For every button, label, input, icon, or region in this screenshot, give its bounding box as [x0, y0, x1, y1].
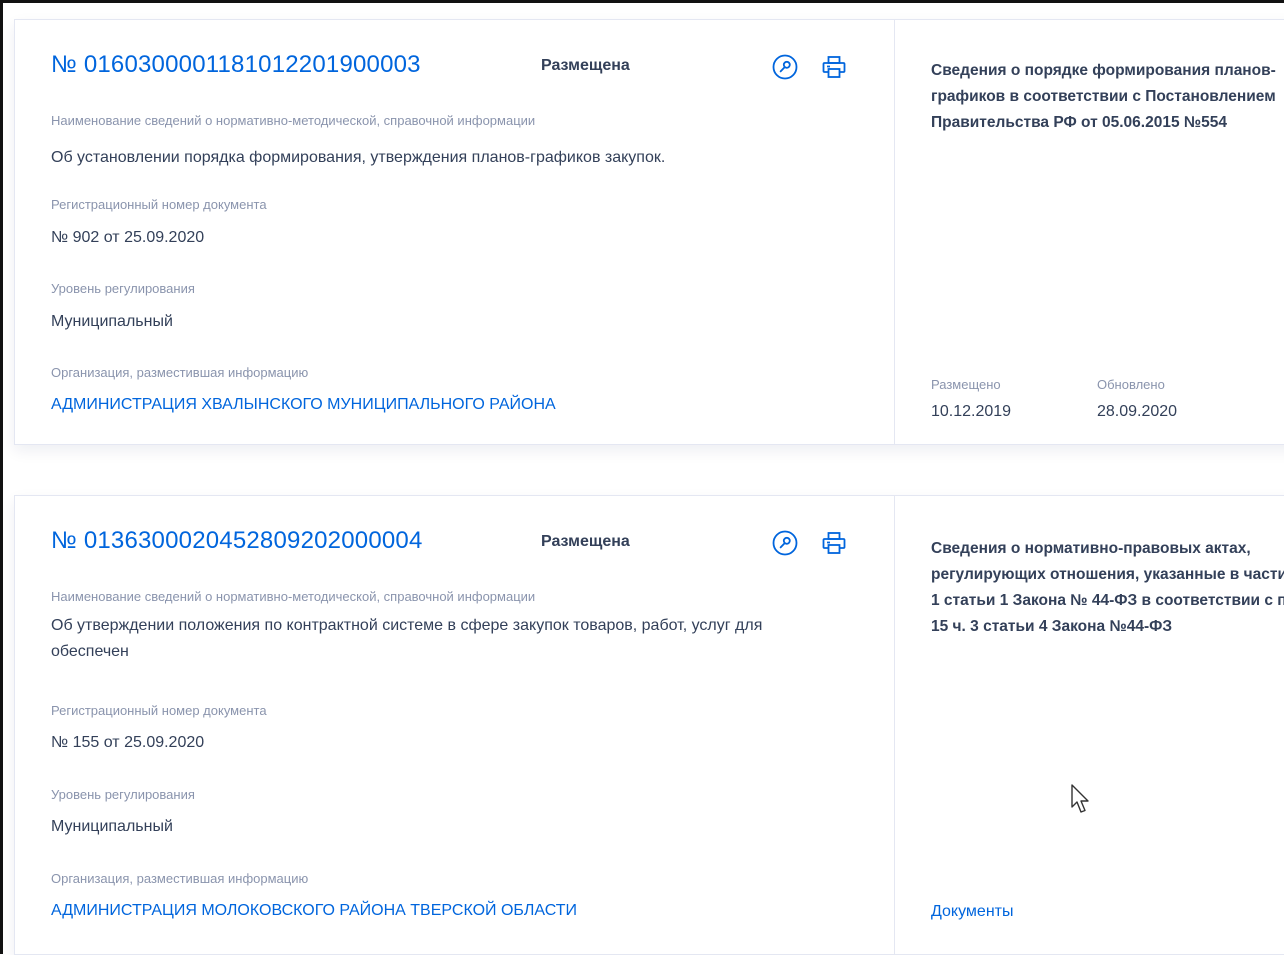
posted-date: 10.12.2019	[931, 403, 1012, 420]
record-number-link[interactable]: № 0160300001181012201900003	[51, 51, 421, 79]
key-icon[interactable]	[772, 54, 798, 80]
level-value: Муниципальный	[51, 818, 173, 835]
key-icon[interactable]	[772, 530, 798, 556]
updated-label: Обновлено	[1097, 377, 1165, 392]
regnum-label: Регистрационный номер документа	[51, 703, 267, 718]
updated-date: 28.09.2020	[1097, 403, 1178, 420]
posted-label: Размещено	[931, 377, 1001, 392]
record-card-1: № 0160300001181012201900003 Размещена На…	[14, 19, 1284, 445]
record-card-2: № 0136300020452809202000004 Размещена На…	[14, 495, 1284, 955]
printer-icon[interactable]	[821, 54, 847, 80]
org-label: Организация, разместившая информацию	[51, 365, 309, 380]
name-label: Наименование сведений о нормативно-метод…	[51, 113, 536, 128]
record-number-link[interactable]: № 0136300020452809202000004	[51, 527, 423, 555]
level-label: Уровень регулирования	[51, 281, 195, 296]
category-text: Сведения о нормативно-правовых актах, ре…	[931, 540, 1284, 635]
level-label: Уровень регулирования	[51, 787, 195, 802]
org-label: Организация, разместившая информацию	[51, 871, 309, 886]
record-main-section: № 0160300001181012201900003 Размещена На…	[15, 20, 895, 444]
org-link[interactable]: АДМИНИСТРАЦИЯ МОЛОКОВСКОГО РАЙОНА ТВЕРСК…	[51, 902, 577, 920]
org-link[interactable]: АДМИНИСТРАЦИЯ ХВАЛЫНСКОГО МУНИЦИПАЛЬНОГО…	[51, 396, 556, 414]
documents-link[interactable]: Документы	[931, 903, 1013, 921]
status-badge: Размещена	[541, 533, 630, 550]
name-value: Об установлении порядка формирования, ут…	[51, 149, 666, 166]
status-badge: Размещена	[541, 57, 630, 74]
record-main-section: № 0136300020452809202000004 Размещена На…	[15, 496, 895, 954]
name-value: Об утверждении положения по контрактной …	[51, 617, 763, 660]
regnum-value: № 902 от 25.09.2020	[51, 229, 205, 246]
regnum-value: № 155 от 25.09.2020	[51, 734, 205, 751]
mouse-cursor-icon	[1070, 783, 1092, 817]
category-text: Сведения о порядке формирования планов-г…	[931, 62, 1276, 131]
level-value: Муниципальный	[51, 313, 173, 330]
record-side-section: Сведения о нормативно-правовых актах, ре…	[895, 496, 1284, 954]
regnum-label: Регистрационный номер документа	[51, 197, 267, 212]
printer-icon[interactable]	[821, 530, 847, 556]
record-side-section: Сведения о порядке формирования планов-г…	[895, 20, 1284, 444]
name-label: Наименование сведений о нормативно-метод…	[51, 589, 536, 604]
